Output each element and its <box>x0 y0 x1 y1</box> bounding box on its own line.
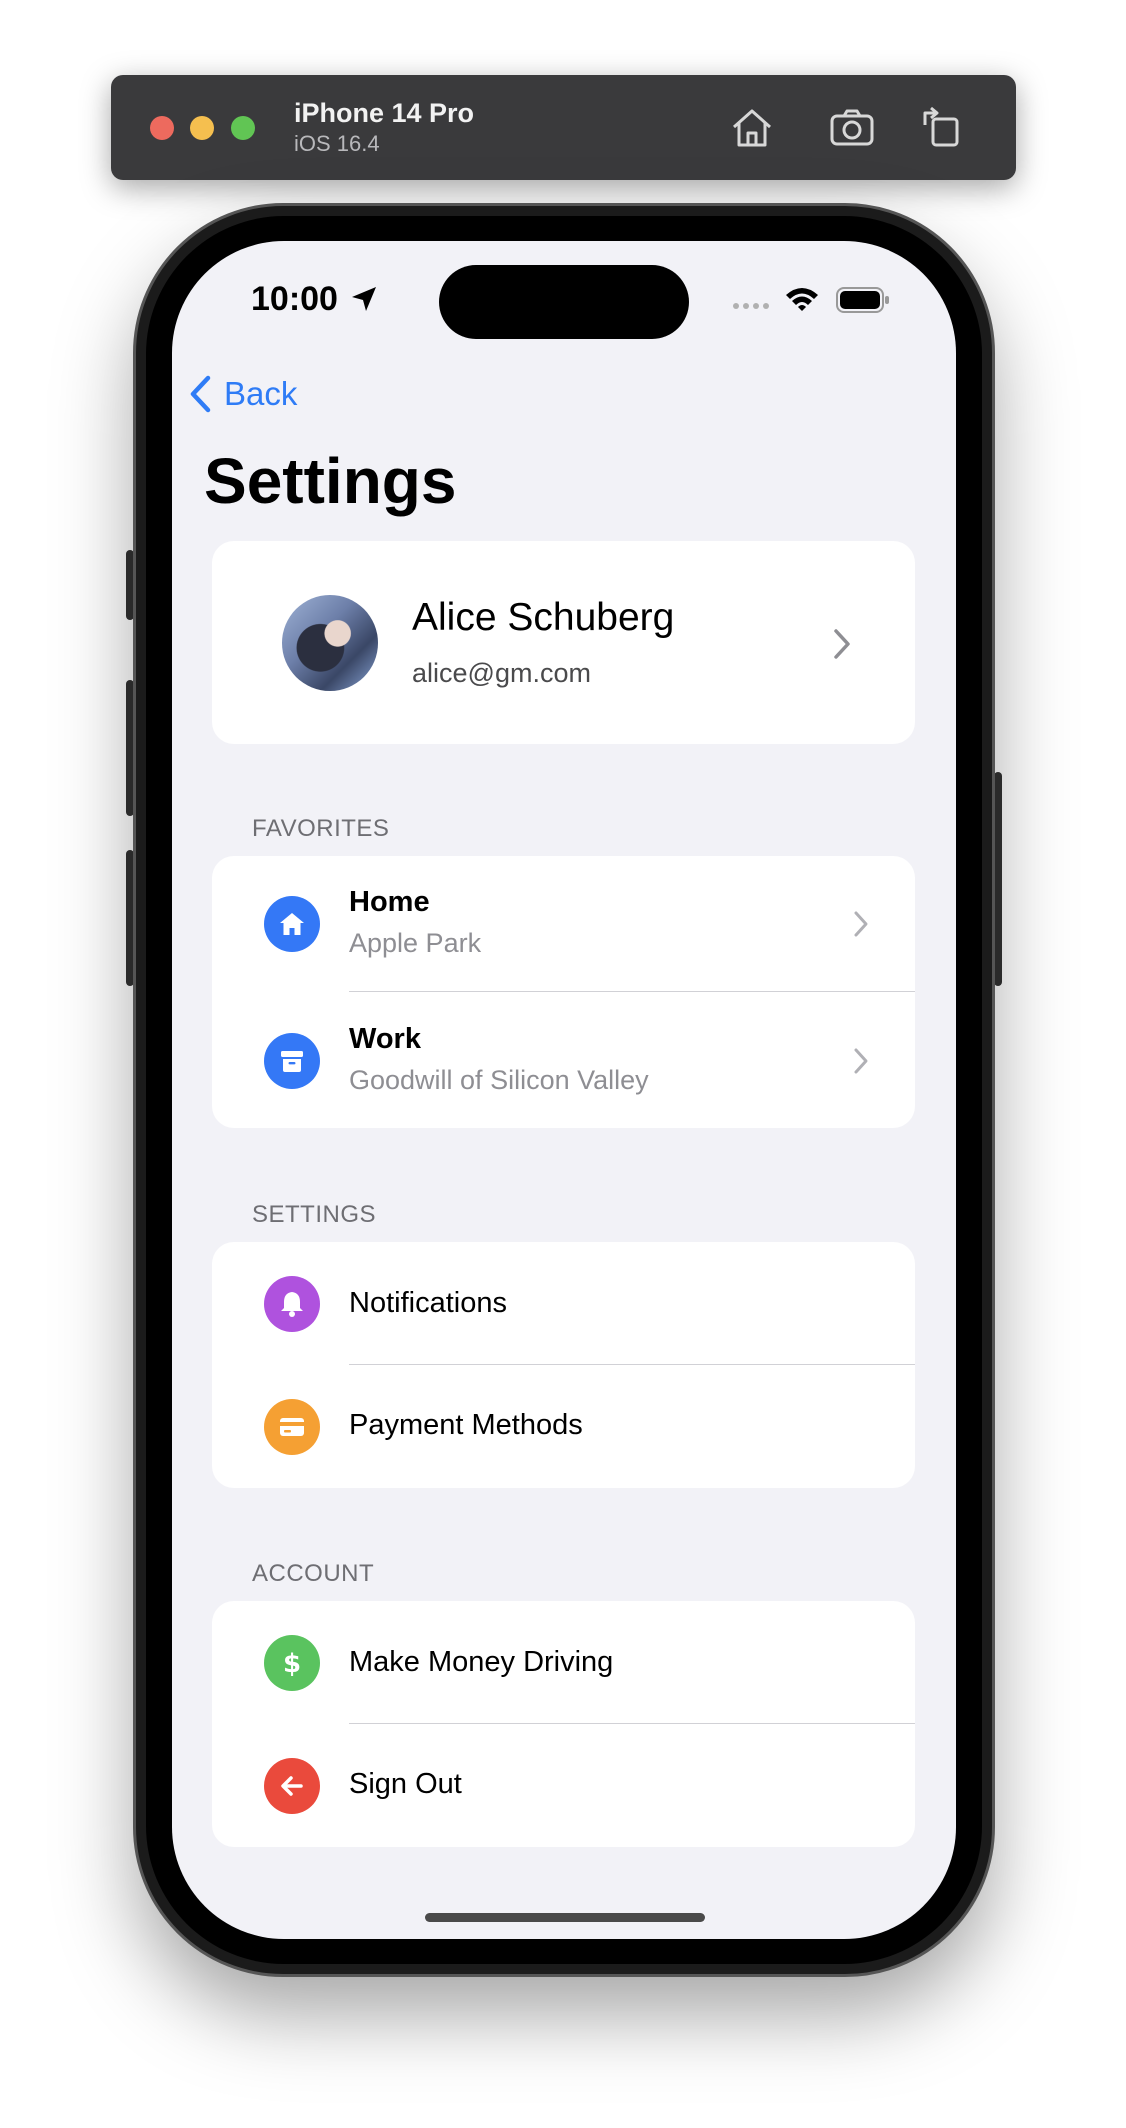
status-time: 10:00 <box>251 280 338 318</box>
creditcard-icon <box>264 1399 320 1455</box>
favorite-item-home[interactable]: Home Apple Park <box>212 856 915 992</box>
settings-item-notifications[interactable]: Notifications <box>212 1242 915 1365</box>
arrow-left-icon <box>264 1758 320 1814</box>
avatar <box>282 595 378 691</box>
favorite-subtitle: Goodwill of Silicon Valley <box>349 1065 649 1095</box>
device-os-version: iOS 16.4 <box>294 131 380 156</box>
favorites-card: Home Apple Park Work Goodwill of Silicon… <box>212 856 915 1128</box>
settings-item-payment-methods[interactable]: Payment Methods <box>212 1365 915 1488</box>
home-indicator[interactable] <box>425 1913 705 1922</box>
settings-item-label: Payment Methods <box>349 1409 583 1441</box>
settings-card: Notifications Payment Methods <box>212 1242 915 1488</box>
profile-card[interactable]: Alice Schuberg alice@gm.com <box>212 541 915 744</box>
house-icon <box>264 896 320 952</box>
minimize-window-button[interactable] <box>190 116 214 140</box>
cellular-signal-icon <box>733 303 769 309</box>
chevron-right-icon <box>854 911 868 937</box>
favorite-title: Work <box>349 1023 421 1055</box>
svg-text:$: $ <box>283 1649 301 1678</box>
wifi-icon <box>786 288 818 311</box>
account-item-label: Make Money Driving <box>349 1646 614 1678</box>
account-card: $ Make Money Driving Sign Out <box>212 1601 915 1847</box>
power-button <box>994 772 1002 986</box>
device-name: iPhone 14 Pro <box>294 98 475 128</box>
rotate-icon[interactable] <box>917 103 967 153</box>
home-icon[interactable] <box>727 103 777 153</box>
favorite-title: Home <box>349 886 430 918</box>
simulator-toolbar: iPhone 14 Pro iOS 16.4 <box>111 75 1016 180</box>
chevron-right-icon <box>854 1048 868 1074</box>
page-title: Settings <box>204 445 457 517</box>
location-arrow-icon <box>352 287 376 311</box>
chevron-left-icon <box>190 375 211 413</box>
favorite-item-work[interactable]: Work Goodwill of Silicon Valley <box>212 992 915 1128</box>
account-section-header: ACCOUNT <box>252 1560 375 1587</box>
favorite-subtitle: Apple Park <box>349 928 482 958</box>
profile-name: Alice Schuberg <box>412 596 675 639</box>
screenshot-icon[interactable] <box>827 103 877 153</box>
favorites-section-header: FAVORITES <box>252 815 390 842</box>
dynamic-island <box>439 265 689 339</box>
profile-email: alice@gm.com <box>412 658 591 688</box>
account-item-label: Sign Out <box>349 1768 462 1800</box>
dollar-icon: $ <box>264 1635 320 1691</box>
archivebox-icon <box>264 1033 320 1089</box>
back-button[interactable]: Back <box>188 369 297 419</box>
settings-section-header: SETTINGS <box>252 1201 377 1228</box>
account-item-sign-out[interactable]: Sign Out <box>212 1724 915 1847</box>
battery-icon <box>836 287 889 313</box>
phone-screen: 10:00 Back Settings Alice Schuberg alice… <box>172 241 956 1939</box>
close-window-button[interactable] <box>150 116 174 140</box>
chevron-right-icon <box>834 629 850 659</box>
back-label: Back <box>224 375 298 412</box>
settings-item-label: Notifications <box>349 1287 507 1319</box>
account-item-make-money-driving[interactable]: $ Make Money Driving <box>212 1601 915 1724</box>
zoom-window-button[interactable] <box>231 116 255 140</box>
bell-icon <box>264 1276 320 1332</box>
